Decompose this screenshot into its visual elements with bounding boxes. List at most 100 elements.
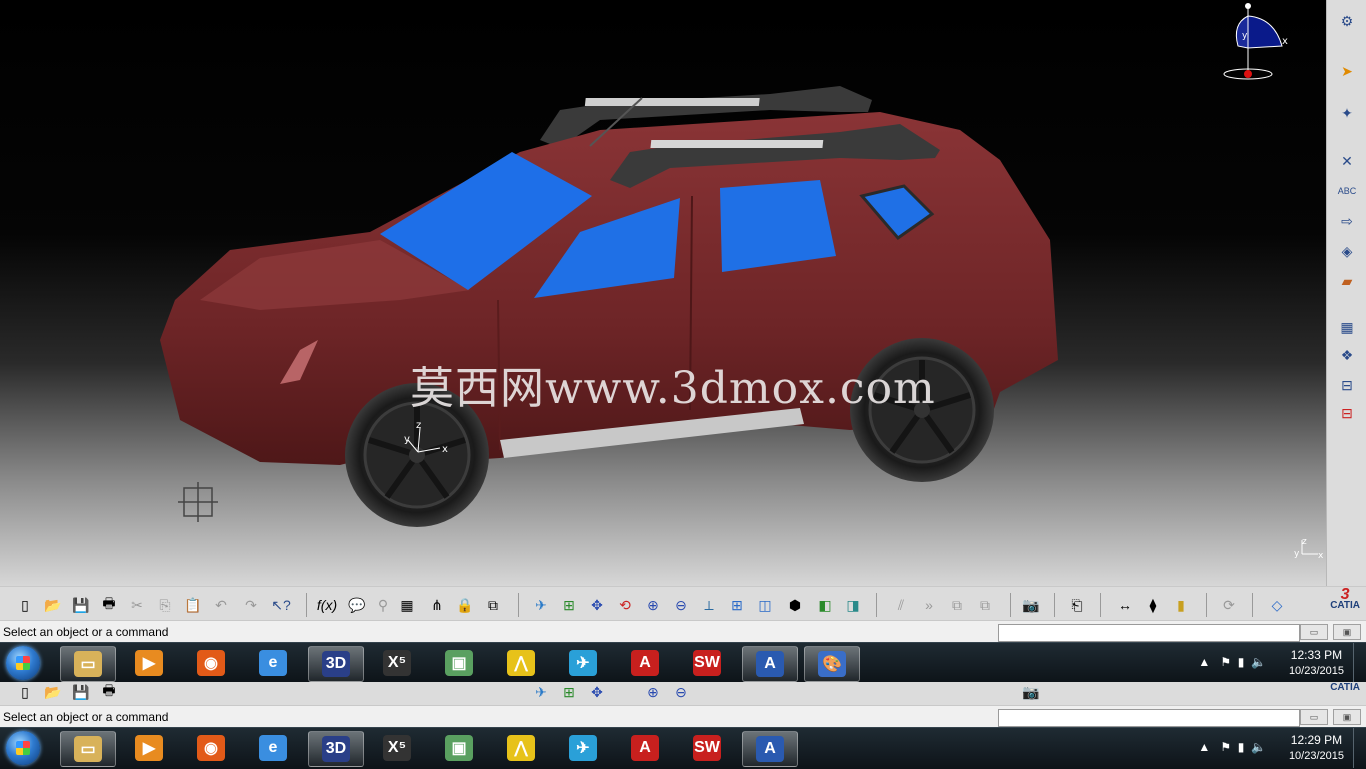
new-file-icon[interactable]: ▯ bbox=[14, 682, 36, 702]
status-button-2[interactable]: ▣ bbox=[1333, 624, 1361, 640]
system-tray[interactable]: ▲ ⚑ ▮ 🔈 bbox=[1198, 655, 1266, 669]
normal-view-icon[interactable]: ⟂ bbox=[698, 595, 720, 615]
multi-view-icon[interactable]: ⊞ bbox=[726, 595, 748, 615]
taskbar-app-rhino[interactable]: ✈ bbox=[556, 646, 610, 680]
cut-plane-icon[interactable]: ⫽ bbox=[890, 595, 912, 615]
scroll-icon[interactable]: » bbox=[918, 595, 940, 615]
pan-icon[interactable]: ✥ bbox=[586, 595, 608, 615]
taskbar-app-catia[interactable]: 3D bbox=[308, 646, 364, 682]
tree-alt-icon[interactable]: ⊟ bbox=[1335, 402, 1359, 424]
iso-view-icon[interactable]: ◫ bbox=[754, 595, 776, 615]
snap-icon[interactable]: ✦ bbox=[1335, 102, 1359, 124]
show-desktop-button[interactable] bbox=[1353, 643, 1366, 683]
taskbar-app-firefox[interactable]: ◉ bbox=[184, 646, 238, 680]
taskbar-app-ie[interactable]: e bbox=[246, 646, 300, 680]
zoom-in-icon[interactable]: ⊕ bbox=[642, 595, 664, 615]
paint-icon[interactable]: ▰ bbox=[1335, 270, 1359, 292]
taskbar-app-rhino[interactable]: ✈ bbox=[556, 731, 610, 765]
system-tray[interactable]: ▲ ⚑ ▮ 🔈 bbox=[1198, 740, 1266, 754]
taskbar-app-x5[interactable]: X⁵ bbox=[370, 731, 424, 765]
swap-icon[interactable]: ◨ bbox=[842, 595, 864, 615]
taskbar-app-ie[interactable]: e bbox=[246, 731, 300, 765]
clock[interactable]: 12:29 PM 10/23/2015 bbox=[1289, 732, 1344, 764]
taskbar-app-catia-a[interactable]: A bbox=[742, 646, 798, 682]
taskbar-app-media[interactable]: ▶ bbox=[122, 646, 176, 680]
table-icon[interactable]: ▦ bbox=[396, 595, 418, 615]
taskbar-app-layout[interactable]: ▣ bbox=[432, 731, 486, 765]
shading-icon[interactable]: ⬢ bbox=[784, 595, 806, 615]
taskbar-app-x5[interactable]: X⁵ bbox=[370, 646, 424, 680]
fit-all-icon[interactable]: ⊞ bbox=[558, 595, 580, 615]
taskbar-app-explorer[interactable]: ▭ bbox=[60, 646, 116, 682]
new-file-icon[interactable]: ▯ bbox=[14, 595, 36, 615]
zoom-out-icon[interactable]: ⊖ bbox=[670, 595, 692, 615]
paste-icon[interactable]: 📋 bbox=[182, 595, 204, 615]
taskbar-app-catia[interactable]: 3D bbox=[308, 731, 364, 767]
start-button[interactable] bbox=[6, 731, 40, 765]
measure-icon[interactable]: ⎗ bbox=[1066, 595, 1088, 615]
taskbar-app-paint[interactable]: 🎨 bbox=[804, 646, 860, 682]
taskbar-app-alias[interactable]: ⋀ bbox=[494, 731, 548, 765]
taskbar-app-solidworks[interactable]: SW bbox=[680, 646, 734, 680]
rotate-icon[interactable]: ⟲ bbox=[614, 595, 636, 615]
compass-icon[interactable]: x y bbox=[1218, 2, 1290, 86]
comment-icon[interactable]: 💬 bbox=[346, 595, 368, 615]
copy-icon[interactable]: ⎘ bbox=[154, 595, 176, 615]
save-icon[interactable]: 💾 bbox=[70, 682, 92, 702]
redo-icon[interactable]: ↷ bbox=[240, 595, 262, 615]
product-icon[interactable]: ❖ bbox=[1335, 344, 1359, 366]
hide-show-icon[interactable]: ◧ bbox=[814, 595, 836, 615]
show-desktop-button[interactable] bbox=[1353, 728, 1366, 768]
update-icon[interactable]: ▮ bbox=[1170, 595, 1192, 615]
status-button-1[interactable]: ▭ bbox=[1300, 709, 1328, 725]
probe-icon[interactable]: ⚲ bbox=[372, 595, 394, 615]
capture-icon[interactable]: ⧉ bbox=[946, 595, 968, 615]
part-icon[interactable]: ▦ bbox=[1335, 316, 1359, 338]
sketch-icon[interactable]: ✕ bbox=[1335, 150, 1359, 172]
taskbar-app-acrobat[interactable]: A bbox=[618, 646, 672, 680]
taskbar-app-explorer[interactable]: ▭ bbox=[60, 731, 116, 767]
text-abc-icon[interactable]: ABC bbox=[1335, 180, 1359, 202]
gear-icon[interactable]: ⚙ bbox=[1335, 10, 1359, 32]
select-arrow-icon[interactable]: ➤ bbox=[1335, 60, 1359, 82]
command-input[interactable] bbox=[998, 709, 1300, 727]
pan-icon[interactable]: ✥ bbox=[586, 682, 608, 702]
open-folder-icon[interactable]: 📂 bbox=[42, 682, 64, 702]
camera-icon[interactable]: 📷 bbox=[1020, 595, 1042, 615]
status-button-1[interactable]: ▭ bbox=[1300, 624, 1328, 640]
fit-all-icon[interactable]: ⊞ bbox=[558, 682, 580, 702]
apply-material-icon[interactable]: ↔ bbox=[1114, 595, 1136, 615]
arrow-icon[interactable]: ⇨ bbox=[1335, 210, 1359, 232]
taskbar-app-acrobat[interactable]: A bbox=[618, 731, 672, 765]
taskbar-app-catia-a[interactable]: A bbox=[742, 731, 798, 767]
clip-icon[interactable]: ⧫ bbox=[1142, 595, 1164, 615]
zoom-out-icon[interactable]: ⊖ bbox=[670, 682, 692, 702]
cut-icon[interactable]: ✂ bbox=[126, 595, 148, 615]
camera-icon[interactable]: 📷 bbox=[1020, 682, 1042, 702]
zoom-in-icon[interactable]: ⊕ bbox=[642, 682, 664, 702]
filter-icon[interactable]: ⧉ bbox=[482, 595, 504, 615]
taskbar-app-media[interactable]: ▶ bbox=[122, 731, 176, 765]
command-input[interactable] bbox=[998, 624, 1300, 642]
fly-icon[interactable]: ✈ bbox=[530, 595, 552, 615]
whats-this-icon[interactable]: ↖? bbox=[270, 595, 292, 615]
clock[interactable]: 12:33 PM 10/23/2015 bbox=[1289, 647, 1344, 679]
print-icon[interactable]: 🖶 bbox=[98, 595, 120, 615]
taskbar-app-alias[interactable]: ⋀ bbox=[494, 646, 548, 680]
taskbar-app-layout[interactable]: ▣ bbox=[432, 646, 486, 680]
eraser-icon[interactable]: ◇ bbox=[1266, 595, 1288, 615]
fly-icon[interactable]: ✈ bbox=[530, 682, 552, 702]
save-icon[interactable]: 💾 bbox=[70, 595, 92, 615]
formula-icon[interactable]: f(x) bbox=[316, 595, 338, 615]
status-button-2[interactable]: ▣ bbox=[1333, 709, 1361, 725]
undo-icon[interactable]: ↶ bbox=[210, 595, 232, 615]
capture-icon[interactable]: ⧉ bbox=[974, 595, 996, 615]
taskbar-app-solidworks[interactable]: SW bbox=[680, 731, 734, 765]
taskbar-app-firefox[interactable]: ◉ bbox=[184, 731, 238, 765]
print-icon[interactable]: 🖶 bbox=[98, 682, 120, 702]
tree-icon[interactable]: ⊟ bbox=[1335, 374, 1359, 396]
lock-icon[interactable]: 🔒 bbox=[454, 595, 476, 615]
open-folder-icon[interactable]: 📂 bbox=[42, 595, 64, 615]
cube-icon[interactable]: ◈ bbox=[1335, 240, 1359, 262]
start-button[interactable] bbox=[6, 646, 40, 680]
